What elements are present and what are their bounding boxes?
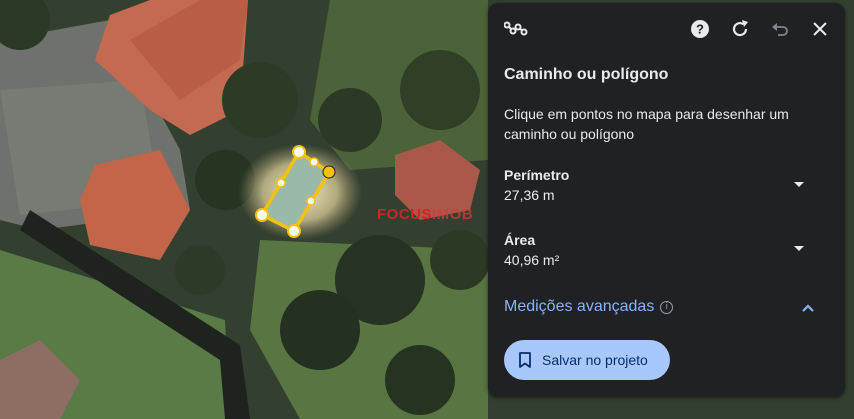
area-label: Área: [504, 232, 536, 248]
perimeter-value: 27,36 m: [504, 187, 555, 203]
panel-description: Clique em pontos no mapa para desenhar u…: [504, 106, 789, 142]
area-value: 40,96 m²: [504, 252, 560, 268]
save-to-project-label: Salvar no projeto: [542, 352, 648, 368]
advanced-measurements-label: Medições avançadas: [504, 298, 655, 315]
measure-panel: ? Caminho ou polígono Clique em pontos n…: [488, 3, 845, 397]
panel-header: ?: [488, 3, 845, 53]
watermark-part1: FOCUS: [377, 206, 432, 223]
undo-icon[interactable]: [768, 17, 792, 41]
watermark-part2: IMOB: [432, 206, 474, 223]
save-to-project-button[interactable]: Salvar no projeto: [504, 340, 670, 380]
close-icon[interactable]: [808, 17, 832, 41]
panel-title: Caminho ou polígono: [504, 66, 669, 83]
info-icon[interactable]: i: [660, 300, 674, 314]
bookmark-icon: [518, 352, 532, 368]
svg-text:?: ?: [696, 22, 704, 37]
area-dropdown-icon[interactable]: [794, 246, 804, 251]
watermark-logo: FOCUSIMOB: [377, 206, 473, 223]
perimeter-label: Perímetro: [504, 167, 570, 183]
refresh-icon[interactable]: [728, 17, 752, 41]
help-icon[interactable]: ?: [688, 17, 712, 41]
measure-path-icon: [504, 17, 528, 41]
advanced-measurements-toggle[interactable]: Medições avançadas i: [504, 298, 674, 316]
chevron-up-icon[interactable]: [798, 300, 818, 316]
perimeter-dropdown-icon[interactable]: [794, 182, 804, 187]
